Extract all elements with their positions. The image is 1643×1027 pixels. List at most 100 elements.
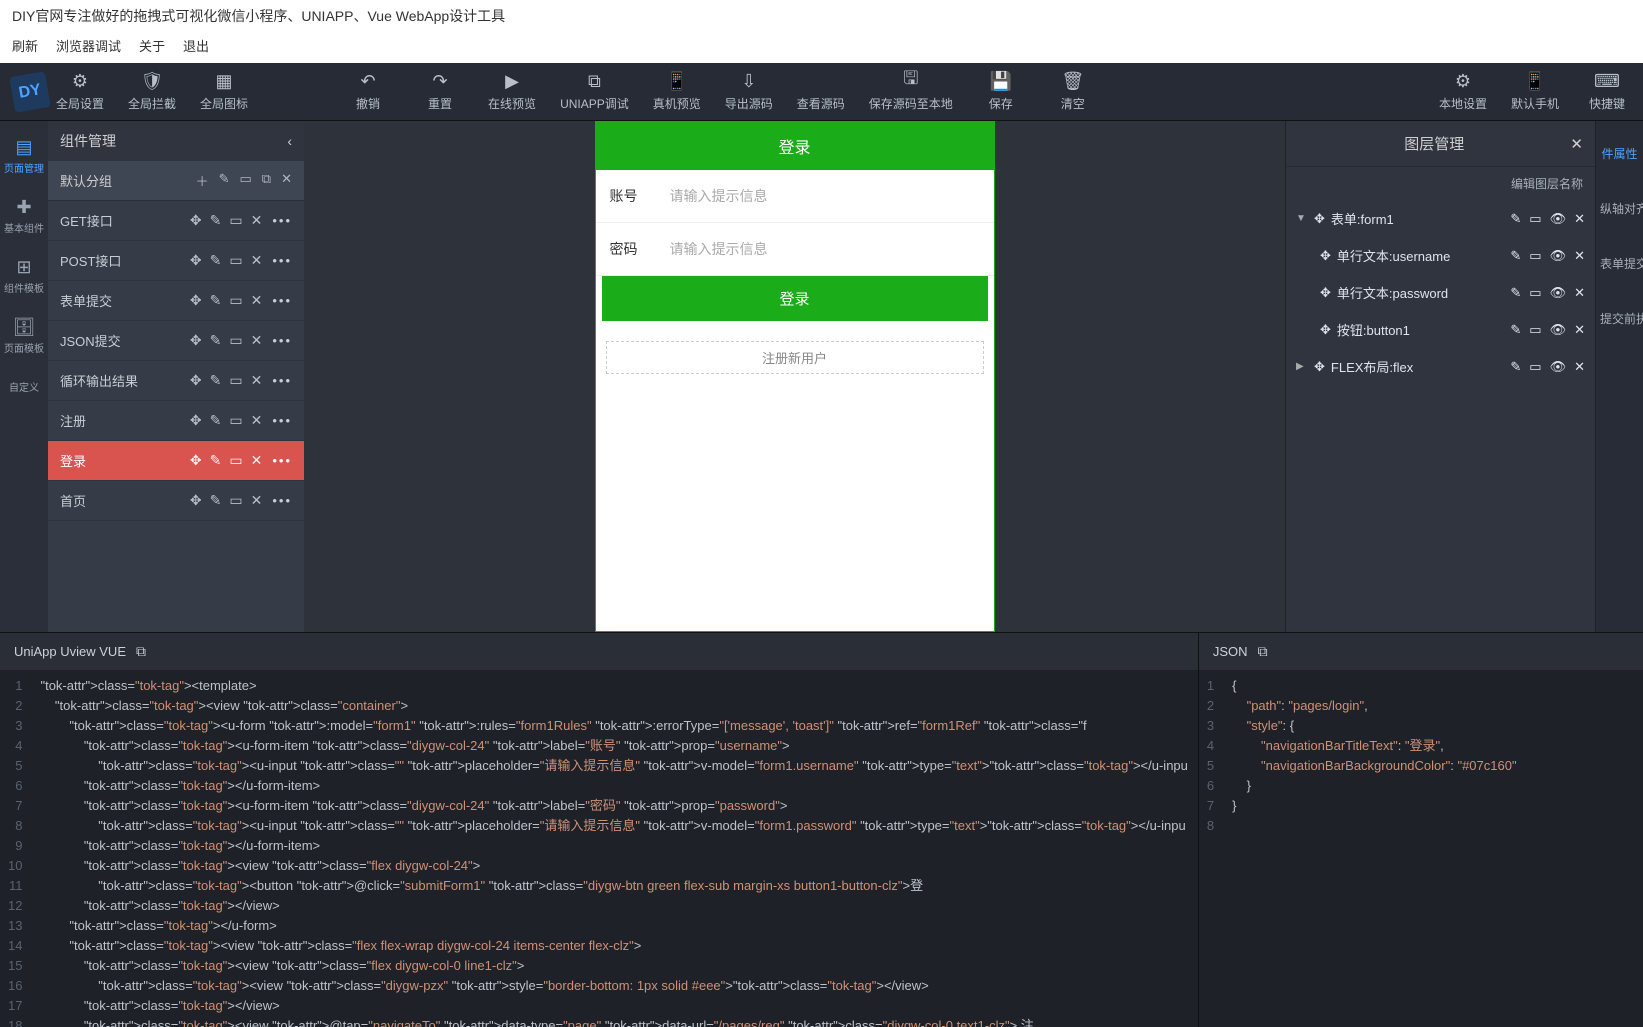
page-item-POST接口[interactable]: POST接口 ✥✎▭✕ ••• [48, 241, 304, 281]
more-icon[interactable]: ••• [272, 373, 292, 388]
toolbar-默认手机[interactable]: 📱 默认手机 [1511, 71, 1559, 112]
row-action-icon[interactable]: ✕ [251, 412, 263, 429]
row-action-icon[interactable]: ✥ [190, 492, 202, 509]
more-icon[interactable]: ••• [272, 333, 292, 348]
toolbar-重置[interactable]: ↷ 重置 [416, 71, 464, 112]
toolbar-保存源码至本地[interactable]: 🖫 保存源码至本地 [869, 71, 953, 112]
layer-action-icon[interactable]: ▭ [1529, 322, 1541, 338]
layer-action-icon[interactable]: ✎ [1510, 322, 1521, 338]
toolbar-真机预览[interactable]: 📱 真机预览 [653, 71, 701, 112]
more-icon[interactable]: ••• [272, 213, 292, 228]
copy-icon[interactable]: ⧉ [136, 643, 146, 660]
layer-action-icon[interactable]: ✎ [1510, 359, 1521, 375]
code-tab-title[interactable]: UniApp Uview VUE [14, 644, 126, 659]
row-action-icon[interactable]: ✎ [210, 252, 222, 269]
row-action-icon[interactable]: ✥ [190, 452, 202, 469]
code-tab-title[interactable]: JSON [1213, 644, 1248, 659]
nav-组件模板[interactable]: ⊞ 组件模板 [2, 249, 46, 303]
row-action-icon[interactable]: ✎ [210, 452, 222, 469]
menu-item[interactable]: 退出 [183, 36, 209, 55]
move-icon[interactable]: ✥ [1320, 248, 1331, 264]
page-item-登录[interactable]: 登录 ✥✎▭✕ ••• [48, 441, 304, 481]
move-icon[interactable]: ✥ [1314, 211, 1325, 227]
move-icon[interactable]: ✥ [1320, 322, 1331, 338]
layer-action-icon[interactable]: 👁 [1550, 322, 1567, 338]
layer-action-icon[interactable]: 👁 [1550, 248, 1567, 264]
row-action-icon[interactable]: ✥ [190, 332, 202, 349]
expand-icon[interactable]: ▼ [1296, 213, 1308, 224]
nav-自定义[interactable]: 自定义 [2, 369, 46, 402]
toolbar-UNIAPP调试[interactable]: ⧉ UNIAPP调试 [560, 71, 629, 112]
row-action-icon[interactable]: ✎ [210, 332, 222, 349]
row-action-icon[interactable]: ✥ [190, 412, 202, 429]
menu-item[interactable]: 浏览器调试 [56, 36, 121, 55]
layer-表单:form1[interactable]: ▼ ✥ 表单:form1 ✎▭👁✕ [1286, 200, 1595, 237]
layer-action-icon[interactable]: 👁 [1550, 359, 1567, 375]
row-action-icon[interactable]: ▭ [229, 452, 242, 469]
row-action-icon[interactable]: ✎ [210, 372, 222, 389]
more-icon[interactable]: ••• [272, 293, 292, 308]
more-icon[interactable]: ••• [272, 453, 292, 468]
prop-件属性[interactable]: 件属性 [1596, 139, 1643, 168]
row-action-icon[interactable]: ✎ [210, 292, 222, 309]
toolbar-撤销[interactable]: ↶ 撤销 [344, 71, 392, 112]
row-action-icon[interactable]: ✥ [190, 252, 202, 269]
row-action-icon[interactable]: ✕ [251, 452, 263, 469]
login-button[interactable]: 登录 [602, 276, 988, 321]
form-row-password[interactable]: 密码 [596, 223, 994, 276]
edit-layer-name[interactable]: 编辑图层名称 [1286, 167, 1595, 200]
row-action-icon[interactable]: ✕ [251, 332, 263, 349]
layer-action-icon[interactable]: ▭ [1529, 211, 1541, 227]
layer-按钮:button1[interactable]: ✥ 按钮:button1 ✎▭👁✕ [1286, 311, 1595, 348]
row-action-icon[interactable]: ▭ [229, 332, 242, 349]
more-icon[interactable]: ••• [272, 493, 292, 508]
layer-action-icon[interactable]: ✕ [1574, 285, 1585, 301]
layer-action-icon[interactable]: ✕ [1574, 322, 1585, 338]
toolbar-导出源码[interactable]: ⇩ 导出源码 [725, 71, 773, 112]
row-action-icon[interactable]: ✕ [251, 212, 263, 229]
row-action-icon[interactable]: ▭ [229, 292, 242, 309]
toolbar-全局设置[interactable]: ⚙ 全局设置 [56, 71, 104, 112]
move-icon[interactable]: ✥ [1314, 359, 1325, 375]
group-action-icon[interactable]: ✎ [219, 171, 230, 190]
toolbar-全局图标[interactable]: ▦ 全局图标 [200, 71, 248, 112]
row-action-icon[interactable]: ▭ [229, 492, 242, 509]
toolbar-查看源码[interactable]: 查看源码 [797, 71, 845, 112]
page-item-GET接口[interactable]: GET接口 ✥✎▭✕ ••• [48, 201, 304, 241]
page-item-表单提交[interactable]: 表单提交 ✥✎▭✕ ••• [48, 281, 304, 321]
menu-item[interactable]: 刷新 [12, 36, 38, 55]
more-icon[interactable]: ••• [272, 413, 292, 428]
page-item-注册[interactable]: 注册 ✥✎▭✕ ••• [48, 401, 304, 441]
row-action-icon[interactable]: ▭ [229, 372, 242, 389]
username-input[interactable] [670, 188, 980, 204]
toolbar-清空[interactable]: 🗑 清空 [1049, 71, 1097, 112]
move-icon[interactable]: ✥ [1320, 285, 1331, 301]
toolbar-全局拦截[interactable]: 🛡 全局拦截 [128, 71, 176, 112]
page-item-循环输出结果[interactable]: 循环输出结果 ✥✎▭✕ ••• [48, 361, 304, 401]
nav-页面模板[interactable]: 🗄 页面模板 [2, 309, 46, 363]
expand-icon[interactable]: ▶ [1296, 361, 1308, 372]
layer-action-icon[interactable]: 👁 [1550, 285, 1567, 301]
page-item-首页[interactable]: 首页 ✥✎▭✕ ••• [48, 481, 304, 521]
nav-页面管理[interactable]: ▤ 页面管理 [2, 129, 46, 183]
row-action-icon[interactable]: ▭ [229, 412, 242, 429]
layer-action-icon[interactable]: ▭ [1529, 248, 1541, 264]
row-action-icon[interactable]: ✕ [251, 252, 263, 269]
copy-icon[interactable]: ⧉ [1258, 643, 1268, 660]
prop-表单提交地址[interactable]: 表单提交地址 [1596, 249, 1643, 278]
toolbar-快捷键[interactable]: ⌨ 快捷键 [1583, 71, 1631, 112]
register-link[interactable]: 注册新用户 [606, 341, 984, 374]
group-action-icon[interactable]: ✕ [281, 171, 292, 190]
collapse-icon[interactable]: ‹ [287, 133, 292, 149]
more-icon[interactable]: ••• [272, 253, 292, 268]
row-action-icon[interactable]: ▭ [229, 212, 242, 229]
row-action-icon[interactable]: ✕ [251, 372, 263, 389]
group-action-icon[interactable]: ＋ [196, 171, 209, 190]
menu-item[interactable]: 关于 [139, 36, 165, 55]
prop-纵轴对齐[interactable]: 纵轴对齐 [1596, 194, 1643, 223]
prop-提交前执行[interactable]: 提交前执行 [1596, 304, 1643, 333]
row-action-icon[interactable]: ✥ [190, 212, 202, 229]
row-action-icon[interactable]: ✎ [210, 412, 222, 429]
group-header[interactable]: 默认分组 ＋✎▭⧉✕ [48, 161, 304, 201]
row-action-icon[interactable]: ✕ [251, 492, 263, 509]
